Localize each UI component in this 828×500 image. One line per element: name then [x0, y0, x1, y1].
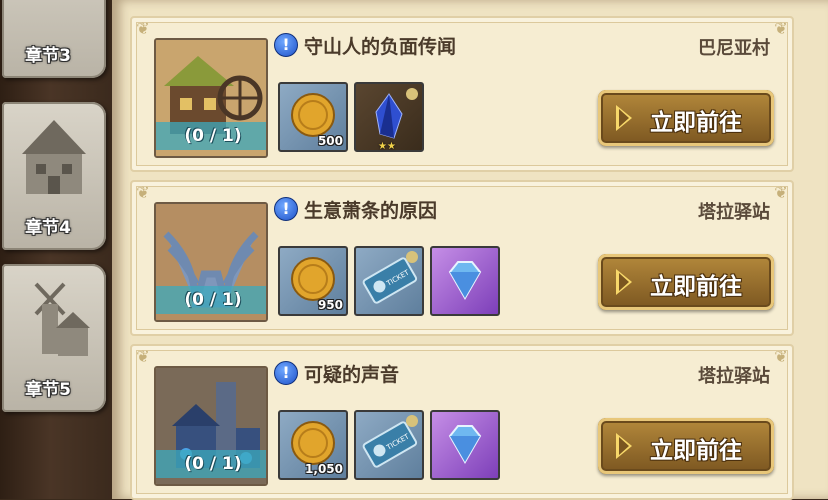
chapter-3-art	[14, 0, 94, 10]
quest-title: 守山人的负面传闻	[304, 36, 457, 58]
chapter-label: 章节5	[25, 380, 71, 400]
chapter-label: 章节4	[25, 218, 71, 238]
corner-ornament: ❦	[774, 347, 788, 366]
go-now-button[interactable]: 立即前往	[598, 418, 774, 474]
quest-title: 生意萧条的原因	[304, 200, 438, 222]
go-now-label: 立即前往	[650, 438, 742, 464]
quest-thumbnail: (0 / 1)	[154, 366, 268, 486]
corner-ornament: ❦	[774, 19, 788, 38]
alert-icon: !	[274, 33, 298, 57]
windmill-art	[34, 282, 90, 356]
reward-ticket[interactable]: TICKET	[354, 246, 424, 316]
chapter-tab-5[interactable]: 章节5	[2, 264, 106, 412]
go-now-button[interactable]: 立即前往	[598, 254, 774, 310]
quest-location: 塔拉驿站	[698, 366, 770, 387]
reward-qty: 1,050	[305, 462, 343, 476]
progress-counter: (0 / 1)	[156, 286, 266, 314]
reward-diamond[interactable]	[430, 410, 500, 480]
chapter-tab-3[interactable]: 章节3	[2, 0, 106, 78]
reward-qty: 500	[317, 134, 343, 148]
corner-ornament: ❦	[774, 183, 788, 202]
corner-ornament: ❦	[136, 183, 150, 202]
ticket-icon: TICKET	[362, 415, 418, 468]
reward-gold-coin[interactable]: 950	[278, 246, 348, 316]
chapter-4-art	[22, 120, 86, 194]
go-now-button[interactable]: 立即前往	[598, 90, 774, 146]
quest-thumbnail: (0 / 1)	[154, 38, 268, 158]
corner-ornament: ❦	[136, 347, 150, 366]
quest-thumbnail: (0 / 1)	[154, 202, 268, 322]
quest-panel: ❦ ❦ (0 / 1) ! 守山人的负面传闻 巴尼亚村 500 ★★ 立即前往 …	[112, 0, 828, 500]
reward-qty: 950	[317, 298, 343, 312]
chapter-tab-4[interactable]: 章节4	[2, 102, 106, 250]
reward-gold-coin[interactable]: 500	[278, 82, 348, 152]
reward-stars: ★★	[378, 141, 396, 152]
alert-icon: !	[274, 361, 298, 385]
diamond-icon	[448, 425, 482, 465]
quest-card: ❦ ❦ (0 / 1) ! 生意萧条的原因 塔拉驿站 950 TICKET 立即…	[130, 180, 794, 336]
quest-location: 塔拉驿站	[698, 202, 770, 223]
alert-icon: !	[274, 197, 298, 221]
progress-counter: (0 / 1)	[156, 122, 266, 150]
corner-ornament: ❦	[136, 19, 150, 38]
progress-counter: (0 / 1)	[156, 450, 266, 478]
chapter-label: 章节3	[25, 46, 71, 66]
reward-diamond[interactable]	[430, 246, 500, 316]
reward-ticket[interactable]: TICKET	[354, 410, 424, 480]
go-now-label: 立即前往	[650, 274, 742, 300]
reward-gold-coin[interactable]: 1,050	[278, 410, 348, 480]
quest-card: ❦ ❦ (0 / 1) ! 可疑的声音 塔拉驿站 1,050 TICKET 立即…	[130, 344, 794, 500]
quest-card: ❦ ❦ (0 / 1) ! 守山人的负面传闻 巴尼亚村 500 ★★ 立即前往	[130, 16, 794, 172]
diamond-icon	[448, 261, 482, 301]
quest-location: 巴尼亚村	[698, 38, 770, 59]
reward-blue-crystal[interactable]: ★★	[354, 82, 424, 152]
ticket-icon: TICKET	[362, 251, 418, 304]
chapter-rail: 章节3 章节4 章节5	[0, 0, 112, 499]
go-now-label: 立即前往	[650, 110, 742, 136]
quest-title: 可疑的声音	[304, 364, 400, 386]
